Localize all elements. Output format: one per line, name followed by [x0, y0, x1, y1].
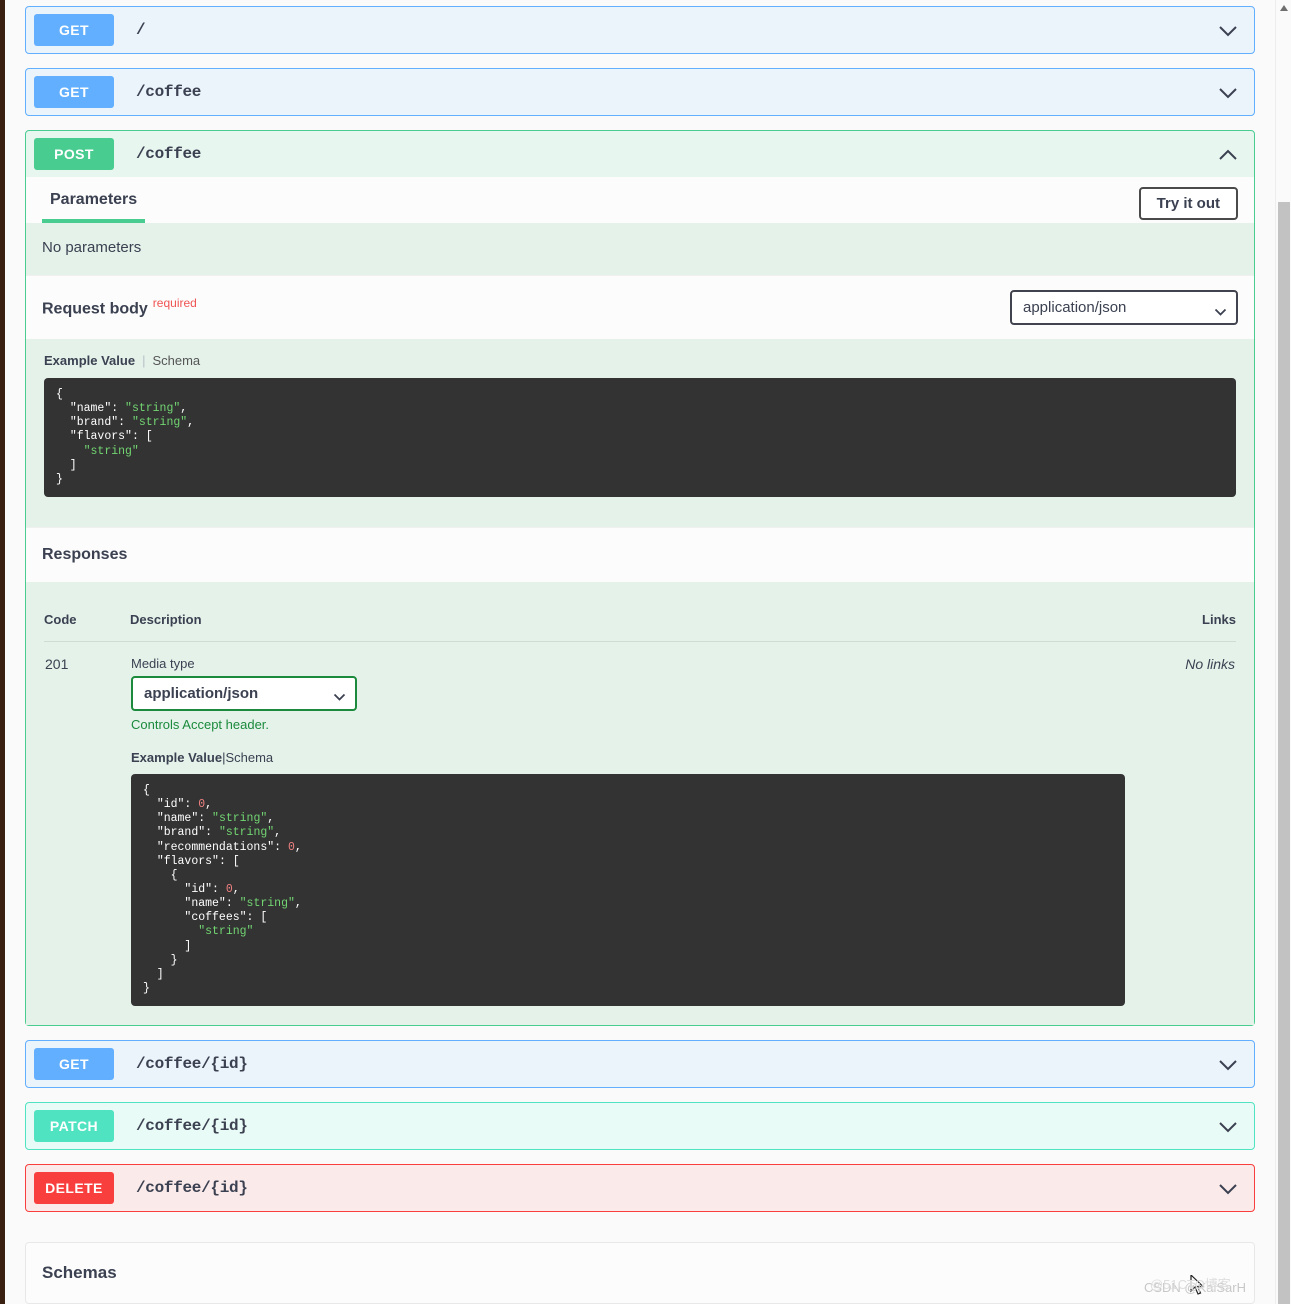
operation-path: /coffee [136, 83, 202, 101]
response-media-type-select[interactable]: application/json [131, 675, 357, 711]
schemas-section[interactable]: Schemas @51CTO博客 CSDN @KaiSarH [25, 1242, 1255, 1304]
column-header-description: Description [130, 611, 1126, 642]
no-parameters-message: No parameters [26, 223, 1254, 275]
operation-delete-coffee-id[interactable]: DELETE /coffee/{id} [25, 1164, 1255, 1213]
response-code: 201 [45, 655, 69, 672]
required-flag: required [152, 296, 197, 311]
responses-body: Code Description Links 201 Media type ap… [26, 581, 1254, 1026]
response-links: No links [1185, 655, 1235, 672]
operation-get-coffee-id[interactable]: GET /coffee/{id} [25, 1040, 1255, 1089]
schemas-title: Schemas [42, 1263, 117, 1283]
response-description-cell: Media type application/json Controls Acc… [130, 641, 1126, 1007]
operation-path: /coffee/{id} [136, 1117, 248, 1136]
tab-parameters[interactable]: Parameters [42, 191, 146, 223]
request-body-label: Request body required [42, 296, 197, 318]
request-example-code: { "name": "string", "brand": "string", "… [44, 378, 1236, 497]
request-example-area: Example Value | Schema { "name": "string",… [26, 339, 1254, 527]
operation-get-root[interactable]: GET / [25, 6, 1255, 54]
tab-schema[interactable]: Schema [152, 353, 200, 368]
operation-header[interactable]: POST /coffee [26, 131, 1254, 177]
operation-header[interactable]: GET / [26, 7, 1254, 53]
operation-path: /coffee/{id} [136, 1055, 248, 1074]
request-body-row: Request body required application/json [26, 275, 1254, 339]
tab-example-value[interactable]: Example Value [131, 750, 222, 765]
response-example-code: { "id": 0, "name": "string", "brand": "s… [131, 773, 1125, 1007]
operation-header[interactable]: GET /coffee [26, 69, 1254, 115]
response-example-tabs: Example Value|Schema [131, 750, 1125, 765]
request-body-title: Request body [42, 300, 148, 318]
operation-path: / [136, 21, 146, 39]
http-method-badge: DELETE [34, 1172, 114, 1205]
operation-patch-coffee-id[interactable]: PATCH /coffee/{id} [25, 1102, 1255, 1151]
operation-header[interactable]: PATCH /coffee/{id} [26, 1103, 1254, 1149]
request-media-type-select-wrap[interactable]: application/json [1010, 290, 1238, 325]
http-method-badge: GET [34, 76, 114, 108]
operation-header[interactable]: DELETE /coffee/{id} [26, 1165, 1254, 1211]
http-method-badge: GET [34, 14, 114, 46]
request-media-type-select[interactable]: application/json [1010, 290, 1238, 325]
operation-get-coffee[interactable]: GET /coffee [25, 68, 1255, 116]
operation-path: /coffee/{id} [136, 1179, 248, 1198]
tab-divider: | [142, 353, 146, 368]
http-method-badge: PATCH [34, 1110, 114, 1143]
operation-path: /coffee [136, 145, 202, 163]
operation-post-coffee[interactable]: POST /coffee Parameters Try it out No pa… [25, 130, 1255, 1027]
chevron-up-icon[interactable] [1218, 149, 1238, 161]
http-method-badge: GET [34, 1048, 114, 1081]
scrollbar-thumb[interactable] [1278, 202, 1290, 1304]
chevron-down-icon[interactable] [1218, 1059, 1238, 1071]
request-example-tabs: Example Value | Schema [44, 349, 1236, 378]
table-row: 201 Media type application/json Controls… [44, 641, 1236, 1007]
page-scrollbar[interactable] [1275, 0, 1291, 1304]
operation-header[interactable]: GET /coffee/{id} [26, 1041, 1254, 1087]
response-media-type-select-wrap[interactable]: application/json [131, 675, 357, 711]
accept-header-note: Controls Accept header. [131, 716, 270, 732]
operation-detail-panel: Parameters Try it out No parameters Requ… [26, 177, 1254, 1026]
mouse-cursor-icon [1190, 1273, 1206, 1295]
chevron-down-icon[interactable] [1218, 1183, 1238, 1195]
chevron-down-icon[interactable] [1218, 25, 1238, 37]
table-header-row: Code Description Links [44, 611, 1236, 642]
scroll-up-arrow-icon[interactable] [1280, 5, 1288, 11]
media-type-label: Media type [131, 655, 195, 671]
http-method-badge: POST [34, 138, 114, 170]
tab-example-value[interactable]: Example Value [44, 353, 135, 368]
column-header-links: Links [1126, 611, 1236, 642]
parameters-tabs-row: Parameters Try it out [26, 177, 1254, 223]
chevron-down-icon[interactable] [1218, 87, 1238, 99]
column-header-code: Code [44, 611, 130, 642]
chevron-down-icon[interactable] [1218, 1121, 1238, 1133]
swagger-operations-container: GET / GET /coffee POST /coffee Parameter… [5, 0, 1275, 1304]
responses-title: Responses [26, 526, 1254, 582]
tab-schema[interactable]: Schema [225, 750, 273, 765]
responses-table: Code Description Links 201 Media type ap… [44, 611, 1236, 1007]
try-it-out-button[interactable]: Try it out [1138, 187, 1238, 220]
